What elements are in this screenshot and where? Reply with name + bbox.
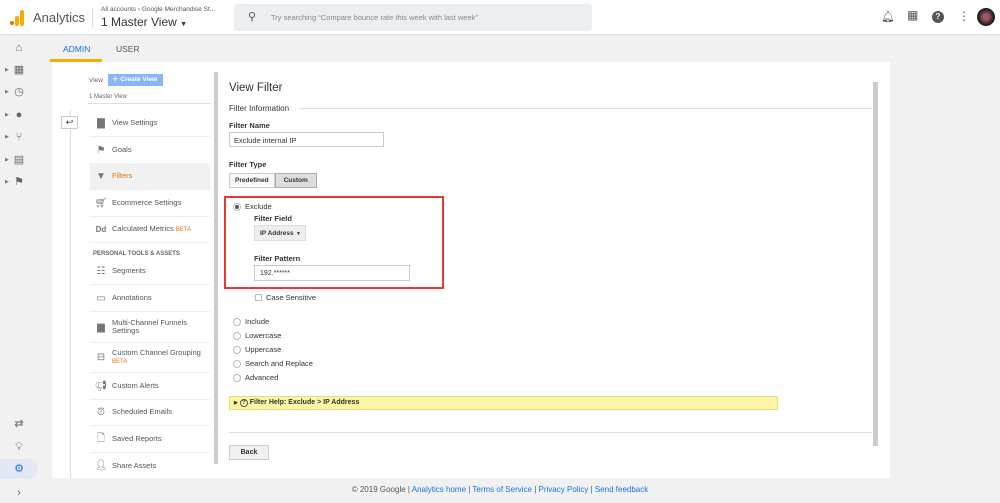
menu-custom-channel-grouping[interactable]: ⊟ Custom Channel Grouping BETA	[90, 343, 210, 373]
search-icon: ⚲	[248, 11, 257, 23]
avatar[interactable]	[977, 8, 995, 26]
filter-field-select[interactable]: IP Address ▼	[254, 225, 306, 241]
caret-down-icon: ▼	[296, 231, 301, 237]
radio-search-replace[interactable]	[233, 360, 241, 368]
footer-link-privacy[interactable]: Privacy Policy	[539, 485, 589, 494]
menu-calculated-metrics[interactable]: Dd Calculated Metrics BETA	[90, 216, 210, 243]
type-custom-button[interactable]: Custom	[274, 173, 317, 188]
filter-icon: ▼	[96, 170, 106, 182]
help-icon[interactable]: ?	[932, 11, 944, 23]
page-title: View Filter	[229, 82, 283, 94]
radio-lowercase[interactable]	[233, 332, 241, 340]
gear-icon: ⚙	[14, 463, 24, 475]
comment-icon: ▭	[96, 292, 106, 304]
filter-pattern-input[interactable]: 192.******	[254, 265, 410, 281]
back-button[interactable]: Back	[229, 445, 269, 460]
case-sensitive-label: Case Sensitive	[266, 293, 317, 302]
lightbulb-icon[interactable]: 💡︎	[12, 440, 26, 454]
tab-user[interactable]: USER	[116, 44, 140, 54]
menu-ecommerce-settings[interactable]: 🛒︎ Ecommerce Settings	[90, 190, 210, 217]
radio-uppercase[interactable]	[233, 346, 241, 354]
megaphone-icon: 📢︎	[94, 380, 108, 392]
flag-icon: ⚑	[96, 144, 106, 156]
segments-icon: ☷	[96, 265, 106, 277]
filter-name-input[interactable]: Exclude internal IP	[229, 132, 384, 147]
attribution-icon[interactable]: ⇄	[12, 417, 26, 431]
tab-admin[interactable]: ADMIN	[63, 44, 90, 54]
section-heading: Filter Information	[229, 104, 290, 113]
admin-column-scrollbar[interactable]	[214, 72, 218, 464]
filter-type-label: Filter Type	[229, 160, 267, 169]
bell-icon[interactable]: 🔔︎	[881, 10, 895, 23]
breadcrumb-account[interactable]: Google Merchandise St...	[142, 6, 215, 13]
footer-link-feedback[interactable]: Send feedback	[595, 485, 648, 494]
flag-icon[interactable]: ⚑	[12, 175, 26, 189]
filter-field-label: Filter Field	[254, 214, 292, 223]
menu-view-settings[interactable]: ▇ View Settings	[90, 110, 210, 137]
case-sensitive-checkbox[interactable]	[255, 294, 262, 301]
menu-scheduled-emails[interactable]: ⏰︎ Scheduled Emails	[90, 399, 210, 426]
admin-gear-active[interactable]: ⚙	[0, 459, 38, 479]
filter-pattern-label: Filter Pattern	[254, 254, 301, 263]
type-predefined-button[interactable]: Predefined	[229, 173, 275, 188]
top-header: Analytics All accounts › Google Merchand…	[0, 0, 1000, 35]
alarm-icon: ⏰︎	[97, 406, 105, 418]
behavior-icon[interactable]: ▤	[12, 153, 26, 167]
help-circle-icon: ?	[239, 399, 248, 407]
view-selector[interactable]: 1 Master View ▼	[101, 15, 187, 29]
filter-help-bar[interactable]: ▶ ? Filter Help: Exclude > IP Address	[229, 396, 778, 410]
section-title: PERSONAL TOOLS & ASSETS	[93, 251, 180, 257]
radio-advanced[interactable]	[233, 374, 241, 382]
menu-share-assets[interactable]: 👤︎ Share Assets	[90, 452, 210, 479]
bar-chart-icon: ▆	[97, 321, 105, 333]
menu-segments[interactable]: ☷ Segments	[90, 258, 210, 285]
expand-arrow-icon: ▶	[234, 400, 238, 406]
person-add-icon: 👤︎	[94, 460, 108, 471]
form-scrollbar[interactable]	[873, 82, 878, 446]
file-icon: ▇	[97, 117, 105, 129]
view-selected[interactable]: 1 Master View	[89, 94, 127, 100]
clock-icon[interactable]: ◷	[12, 85, 26, 99]
app-name: Analytics	[33, 10, 86, 25]
analytics-logo-icon	[10, 10, 24, 26]
home-icon[interactable]: ⌂	[12, 41, 26, 55]
radio-include[interactable]	[233, 318, 241, 326]
filter-name-label: Filter Name	[229, 121, 270, 130]
menu-custom-alerts[interactable]: 📢︎ Custom Alerts	[90, 373, 210, 400]
search-bar[interactable]: ⚲ Try searching “Compare bounce rate thi…	[234, 4, 592, 31]
menu-annotations[interactable]: ▭ Annotations	[90, 285, 210, 312]
view-name: 1 Master View	[101, 15, 177, 29]
acquisition-icon[interactable]: ⑂	[12, 130, 26, 144]
search-input[interactable]: Try searching “Compare bounce rate this …	[271, 13, 478, 22]
tabs: ADMIN USER	[38, 35, 1000, 62]
left-nav: ⌂ ▶ ▦ ▶ ◷ ▶ ● ▶ ⑂ ▶ ▤ ▶ ⚑ ⇄ 💡︎ ⚙ ›	[0, 35, 38, 503]
create-view-button[interactable]: ＋ Create View	[108, 74, 163, 86]
footer-link-analytics-home[interactable]: Analytics home	[412, 485, 466, 494]
exclude-label: Exclude	[245, 202, 272, 211]
more-vert-icon[interactable]: ⋮	[958, 9, 970, 23]
footer: © 2019 Google | Analytics home | Terms o…	[351, 485, 649, 494]
view-label: View	[89, 77, 103, 84]
grouping-icon: ⊟	[96, 352, 106, 363]
person-icon[interactable]: ●	[12, 108, 26, 122]
menu-goals[interactable]: ⚑ Goals	[90, 137, 210, 164]
plus-icon: ＋	[112, 76, 119, 83]
back-arrow-button[interactable]: ↩	[61, 116, 78, 129]
apps-grid-icon[interactable]: ▦	[907, 8, 918, 22]
menu-filters[interactable]: ▼ Filters	[90, 163, 210, 190]
caret-down-icon: ▼	[180, 21, 188, 28]
cart-icon: 🛒︎	[94, 197, 108, 209]
dd-icon: Dd	[95, 224, 107, 234]
footer-link-terms[interactable]: Terms of Service	[472, 485, 532, 494]
menu-saved-reports[interactable]: 🗋︎ Saved Reports	[90, 426, 210, 453]
breadcrumb-all-accounts[interactable]: All accounts	[101, 6, 136, 13]
customization-icon[interactable]: ▦	[12, 63, 26, 77]
menu-multichannel[interactable]: ▆ Multi-Channel Funnels Settings	[90, 312, 210, 343]
document-icon: 🗋︎	[96, 432, 106, 444]
radio-exclude[interactable]	[233, 203, 241, 211]
filter-type-toggle: Predefined Custom	[229, 173, 317, 188]
breadcrumb[interactable]: All accounts › Google Merchandise St...	[101, 6, 215, 13]
